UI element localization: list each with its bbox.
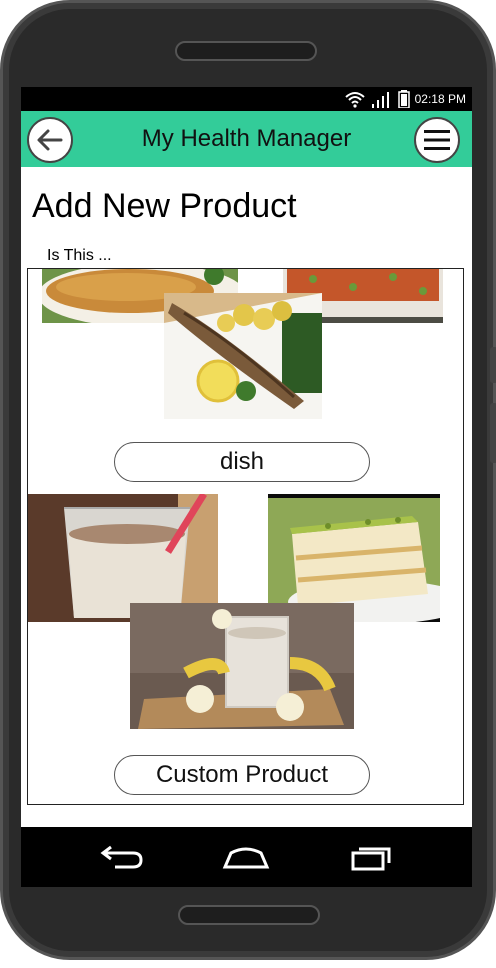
custom-product-button[interactable]: Custom Product bbox=[114, 755, 370, 795]
system-nav-bar bbox=[21, 827, 472, 887]
product-suggestions-panel[interactable]: dish Custom Product bbox=[27, 268, 464, 805]
volume-button bbox=[490, 403, 496, 463]
page-title: Add New Product bbox=[32, 187, 297, 225]
speaker-grille-bottom bbox=[178, 905, 320, 925]
app-title: My Health Manager bbox=[141, 125, 352, 152]
dish-button[interactable]: dish bbox=[114, 442, 370, 482]
banana-smoothie-photo[interactable] bbox=[130, 603, 354, 729]
back-button[interactable] bbox=[27, 117, 73, 163]
screen: 02:18 PM My Health Manager Add New Produ… bbox=[21, 87, 472, 887]
prompt-label: Is This ... bbox=[47, 247, 112, 264]
arrow-left-icon bbox=[37, 129, 63, 151]
hamburger-menu-icon bbox=[424, 130, 450, 150]
phone-frame: 02:18 PM My Health Manager Add New Produ… bbox=[0, 0, 496, 960]
grilled-fish-photo[interactable] bbox=[164, 293, 322, 419]
recent-apps-icon[interactable] bbox=[347, 841, 397, 873]
back-nav-icon[interactable] bbox=[97, 841, 147, 873]
status-bar: 02:18 PM bbox=[21, 87, 472, 111]
status-time: 02:18 PM bbox=[414, 92, 466, 106]
app-bar: My Health Manager bbox=[21, 111, 472, 167]
wifi-icon bbox=[344, 92, 365, 108]
menu-button[interactable] bbox=[414, 117, 460, 163]
side-button bbox=[490, 347, 496, 383]
home-nav-icon[interactable] bbox=[221, 841, 271, 873]
signal-icon bbox=[371, 92, 389, 108]
speaker-grille-top bbox=[175, 41, 317, 61]
battery-icon bbox=[397, 90, 410, 108]
